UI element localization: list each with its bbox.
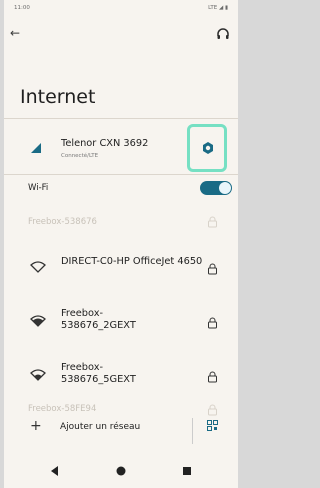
wifi-signal-icon (30, 369, 46, 381)
mobile-network-status: Connecté/LTE (61, 153, 99, 159)
top-bar: ← (4, 24, 238, 46)
network-name: Freebox-538676 (28, 217, 97, 227)
toggle-knob (219, 182, 231, 194)
page-title: Internet (20, 86, 96, 108)
add-network-label: Ajouter un réseau (60, 422, 141, 432)
cellular-signal-icon (31, 143, 41, 153)
divider (4, 118, 238, 119)
back-arrow-icon[interactable]: ← (10, 24, 20, 42)
network-row[interactable]: Freebox-538676_5GEXT (4, 356, 238, 394)
network-row[interactable]: Freebox-538676 (4, 208, 238, 236)
back-nav-icon[interactable] (48, 464, 62, 478)
lock-icon (208, 263, 217, 275)
lock-icon (208, 317, 217, 329)
gear-icon[interactable] (201, 141, 215, 155)
wifi-label: Wi-Fi (28, 183, 49, 193)
mobile-network-name: Telenor CXN 3692 (61, 138, 149, 149)
phone-screen: 11:00 LTE ◢ ▮ ← Internet Telenor CXN 369… (4, 0, 238, 488)
headset-icon[interactable] (216, 27, 230, 41)
network-row[interactable]: Freebox-538676_2GEXT (4, 302, 238, 340)
plus-icon: + (30, 418, 42, 434)
status-time: 11:00 (14, 5, 30, 11)
network-name: Freebox-538676_2GEXT (61, 308, 136, 331)
wifi-toggle[interactable] (200, 181, 232, 195)
divider (4, 174, 238, 175)
lock-icon (208, 371, 217, 383)
network-row[interactable]: DIRECT-C0-HP OfficeJet 4650 (4, 248, 238, 286)
recents-nav-icon[interactable] (180, 464, 194, 478)
navigation-bar (4, 454, 238, 488)
lock-icon (208, 216, 217, 228)
network-name: DIRECT-C0-HP OfficeJet 4650 (61, 256, 203, 267)
status-bar: 11:00 LTE ◢ ▮ (14, 5, 228, 15)
wifi-signal-icon (30, 261, 46, 273)
divider (192, 418, 193, 444)
wifi-signal-icon (30, 315, 46, 327)
qr-code-icon[interactable] (207, 420, 218, 431)
network-name: Freebox-538676_5GEXT (61, 362, 136, 385)
status-indicators: LTE ◢ ▮ (208, 5, 228, 11)
home-nav-icon[interactable] (114, 464, 128, 478)
